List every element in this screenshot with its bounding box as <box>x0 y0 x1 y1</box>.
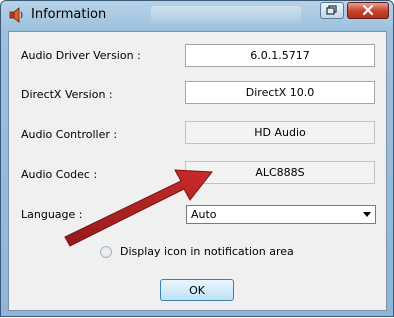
restore-icon <box>326 5 337 15</box>
language-label: Language : <box>21 208 83 221</box>
chevron-down-icon[interactable] <box>363 212 371 217</box>
window-title: Information <box>31 7 107 22</box>
close-icon <box>362 4 374 16</box>
audio-driver-version-label: Audio Driver Version : <box>21 49 141 62</box>
language-selected-value: Auto <box>191 208 217 221</box>
audio-controller-label: Audio Controller : <box>21 128 118 141</box>
ok-button[interactable]: OK <box>160 279 234 301</box>
audio-driver-version-field[interactable]: 6.0.1.5717 <box>185 44 375 67</box>
directx-version-label: DirectX Version : <box>21 88 113 101</box>
audio-controller-field[interactable]: HD Audio <box>185 121 375 144</box>
audio-codec-field[interactable]: ALC888S <box>185 161 375 184</box>
notification-radio[interactable] <box>100 246 112 258</box>
information-window: Information Audio Driver Version : 6.0.1… <box>0 0 394 317</box>
notification-radio-label[interactable]: Display icon in notification area <box>120 245 294 258</box>
speaker-icon <box>9 7 23 23</box>
directx-version-field[interactable]: DirectX 10.0 <box>185 81 375 104</box>
dialog-client-area: Audio Driver Version : 6.0.1.5717 Direct… <box>8 31 387 311</box>
close-button[interactable] <box>347 2 389 19</box>
title-bar[interactable]: Information <box>1 1 393 31</box>
language-select[interactable]: Auto <box>186 205 376 224</box>
title-glass-highlight <box>151 6 301 24</box>
restore-button[interactable] <box>320 2 344 19</box>
audio-codec-label: Audio Codec : <box>21 168 98 181</box>
